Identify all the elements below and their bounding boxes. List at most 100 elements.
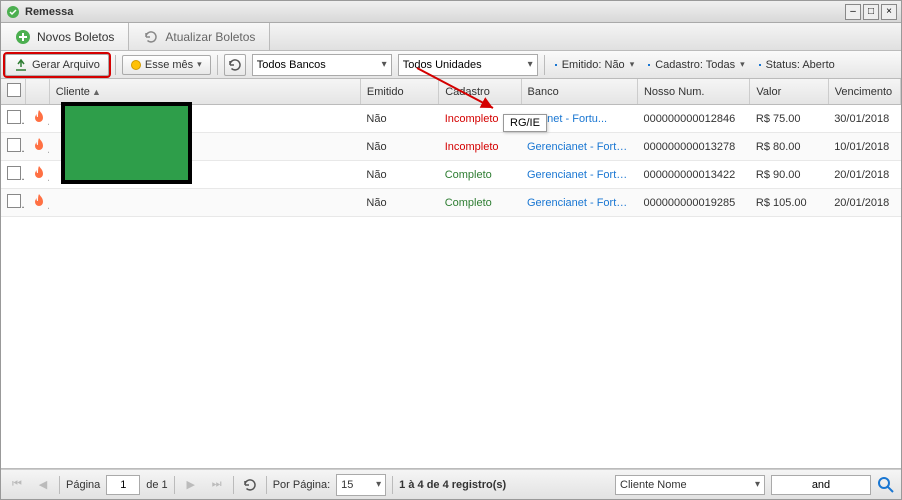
search-field-combo[interactable]: Cliente Nome (615, 475, 765, 495)
app-icon (5, 4, 21, 20)
search-op-input[interactable] (771, 475, 871, 495)
table-row[interactable]: NãoIncompletoGerencianet - Fortu...00000… (1, 133, 901, 161)
combo-value: Todos Bancos (257, 59, 326, 71)
cell-cliente (49, 189, 360, 217)
prev-page-button[interactable]: ◀ (33, 475, 53, 495)
search-icon[interactable] (877, 476, 895, 494)
col-nosso-num[interactable]: Nosso Num. (637, 79, 749, 105)
col-emitido[interactable]: Emitido (360, 79, 438, 105)
pager-summary: 1 à 4 de 4 registro(s) (399, 479, 506, 491)
col-banco[interactable]: Banco (521, 79, 637, 105)
cell-vencimento: 10/01/2018 (828, 133, 900, 161)
col-label: Emitido (367, 86, 404, 98)
boletos-table: Cliente▲ Emitido Cadastro Banco Nosso Nu… (1, 79, 901, 217)
unidades-combo[interactable]: Todos Unidades (398, 54, 538, 76)
period-filter[interactable]: Esse mês ▾ (122, 55, 211, 75)
table-row[interactable]: NãoIncompletoncianet - Fortu...000000000… (1, 105, 901, 133)
page-input[interactable] (106, 475, 140, 495)
flame-icon (31, 137, 47, 153)
cell-valor: R$ 90.00 (750, 161, 828, 189)
tooltip-text: RG/IE (510, 117, 540, 129)
minimize-button[interactable]: – (845, 4, 861, 20)
filter-label: Cadastro: Todas (655, 59, 735, 71)
reload-button[interactable] (240, 475, 260, 495)
separator (59, 476, 60, 494)
yellow-dot-icon (131, 60, 141, 70)
cell-vencimento: 20/01/2018 (828, 189, 900, 217)
table-row[interactable]: NãoCompletoGerencianet - Fortu...0000000… (1, 189, 901, 217)
refresh-filters-button[interactable] (224, 54, 246, 76)
table-row[interactable]: NãoCompletoGerencianet - Fortu...0000000… (1, 161, 901, 189)
plus-circle-icon (15, 29, 31, 45)
separator (392, 476, 393, 494)
flame-icon (31, 165, 47, 181)
cell-cadastro: Completo (439, 161, 521, 189)
filter-cadastro[interactable]: Cadastro: Todas ▾ (644, 59, 748, 71)
filter-emitido[interactable]: Emitido: Não ▾ (551, 59, 639, 71)
toolbar-tabs: Novos Boletos Atualizar Boletos (1, 23, 901, 51)
flame-icon (31, 109, 47, 125)
button-label: Gerar Arquivo (32, 59, 100, 71)
col-icon (25, 79, 49, 105)
filter-label: Emitido: Não (562, 59, 625, 71)
cell-nosso-num: 000000000013422 (637, 161, 749, 189)
combo-value: Todos Unidades (403, 59, 482, 71)
col-label: Cadastro (445, 86, 490, 98)
gerar-arquivo-button[interactable]: Gerar Arquivo (5, 54, 109, 76)
cell-valor: R$ 80.00 (750, 133, 828, 161)
per-page-combo[interactable]: 15 (336, 474, 386, 496)
col-checkbox[interactable] (1, 79, 25, 105)
maximize-button[interactable]: □ (863, 4, 879, 20)
filter-status[interactable]: Status: Aberto (755, 59, 839, 71)
separator (233, 476, 234, 494)
col-label: Valor (756, 86, 781, 98)
separator (115, 55, 116, 75)
separator (217, 55, 218, 75)
col-cadastro[interactable]: Cadastro (439, 79, 521, 105)
last-page-button[interactable]: ⏭ (207, 475, 227, 495)
separator (266, 476, 267, 494)
separator (174, 476, 175, 494)
toolbar-filters: Gerar Arquivo Esse mês ▾ Todos Bancos To… (1, 51, 901, 79)
filter-label: Status: Aberto (766, 59, 835, 71)
col-cliente[interactable]: Cliente▲ (49, 79, 360, 105)
of-label: de 1 (146, 479, 167, 491)
col-label: Banco (528, 86, 559, 98)
first-page-button[interactable]: ⏮ (7, 475, 27, 495)
tab-label: Atualizar Boletos (165, 30, 255, 44)
grid-area: Cliente▲ Emitido Cadastro Banco Nosso Nu… (1, 79, 901, 469)
next-page-button[interactable]: ▶ (181, 475, 201, 495)
col-vencimento[interactable]: Vencimento (828, 79, 900, 105)
titlebar: Remessa – □ × (1, 1, 901, 23)
period-label: Esse mês (145, 59, 193, 71)
cell-nosso-num: 000000000013278 (637, 133, 749, 161)
bancos-combo[interactable]: Todos Bancos (252, 54, 392, 76)
cell-banco[interactable]: Gerencianet - Fortu... (521, 133, 637, 161)
separator (544, 55, 545, 75)
cell-emitido: Não (360, 189, 438, 217)
cell-valor: R$ 75.00 (750, 105, 828, 133)
col-valor[interactable]: Valor (750, 79, 828, 105)
checkbox-icon[interactable] (7, 83, 21, 97)
cell-banco[interactable]: Gerencianet - Fortu... (521, 161, 637, 189)
cell-banco[interactable]: Gerencianet - Fortu... (521, 189, 637, 217)
row-checkbox[interactable] (7, 138, 21, 152)
cell-valor: R$ 105.00 (750, 189, 828, 217)
tooltip: RG/IE (503, 114, 547, 132)
tab-novos-boletos[interactable]: Novos Boletos (1, 23, 129, 50)
cell-cadastro: Completo (439, 189, 521, 217)
cell-emitido: Não (360, 161, 438, 189)
col-label: Nosso Num. (644, 86, 705, 98)
close-button[interactable]: × (881, 4, 897, 20)
tab-label: Novos Boletos (37, 30, 114, 44)
row-checkbox[interactable] (7, 110, 21, 124)
cell-cliente (49, 161, 360, 189)
cell-cliente (49, 133, 360, 161)
cell-vencimento: 20/01/2018 (828, 161, 900, 189)
row-checkbox[interactable] (7, 166, 21, 180)
chevron-down-icon: ▾ (630, 59, 635, 70)
tab-atualizar-boletos[interactable]: Atualizar Boletos (129, 23, 270, 50)
row-checkbox[interactable] (7, 194, 21, 208)
per-page-label: Por Página: (273, 479, 330, 491)
flame-icon (31, 193, 47, 209)
